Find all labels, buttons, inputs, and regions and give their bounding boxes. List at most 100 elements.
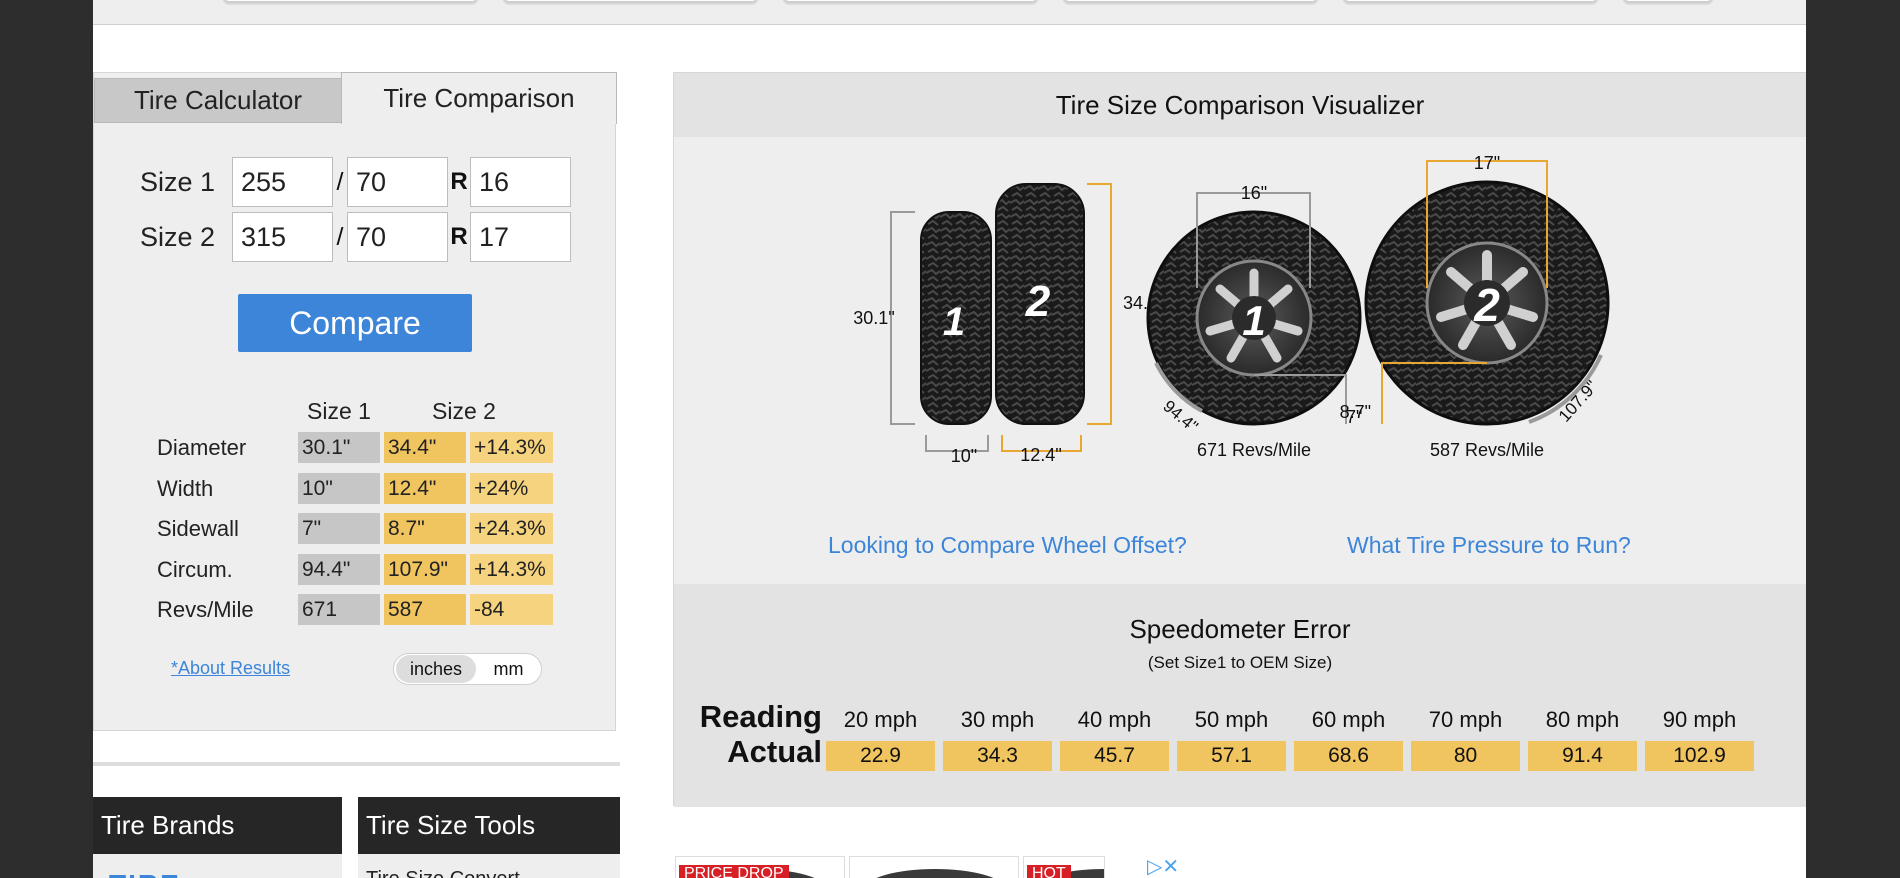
result-label: Circum. <box>157 556 233 582</box>
actual-value: 45.7 <box>1060 741 1169 771</box>
reading-value: 70 mph <box>1428 707 1503 732</box>
result-size2-value: 12.4" <box>384 473 466 504</box>
actual-value: 68.6 <box>1294 741 1403 771</box>
ad-badge: PRICE DROP <box>679 865 789 878</box>
top-nav-button[interactable] <box>503 0 758 2</box>
speedometer-title: Speedometer Error <box>1129 614 1351 644</box>
compare-button[interactable]: Compare <box>238 294 472 352</box>
result-size1-value: 30.1" <box>298 432 380 463</box>
tire2-number: 2 <box>1025 277 1051 326</box>
results-row-sidewall: Sidewall 7" 8.7" +24.3% <box>157 513 553 544</box>
results-header-size2: Size 2 <box>432 398 496 424</box>
results-row-circumference: Circum. 94.4" 107.9" +14.3% <box>157 554 553 585</box>
top-nav-button[interactable] <box>223 0 478 2</box>
about-results-link[interactable]: *About Results <box>171 658 290 679</box>
section-divider <box>93 762 620 766</box>
result-size2-value: 8.7" <box>384 513 466 544</box>
result-difference: -84 <box>470 594 553 625</box>
actual-value: 57.1 <box>1177 741 1286 771</box>
size2-aspect-input[interactable]: 70 <box>347 212 448 262</box>
top-nav-strip <box>93 0 1806 25</box>
actual-label: Actual <box>727 734 822 769</box>
reading-value: 20 mph <box>843 707 918 732</box>
reading-value: 60 mph <box>1311 707 1386 732</box>
ad-card[interactable]: PRICE DROP <box>675 856 845 878</box>
rim1-label: 16" <box>1241 183 1267 203</box>
tire-pressure-link[interactable]: What Tire Pressure to Run? <box>1347 532 1631 559</box>
tab-tire-calculator[interactable]: Tire Calculator <box>94 78 342 123</box>
tire-comparison-visual: 1 2 30.1" 34.4" 10" 12.4" 1 2 16" 17" 7"… <box>853 153 1610 466</box>
result-size2-value: 107.9" <box>384 554 466 585</box>
actual-value: 34.3 <box>943 741 1052 771</box>
result-difference: +14.3% <box>470 432 553 463</box>
size2-width-input[interactable]: 315 <box>232 212 333 262</box>
slash-separator: / <box>336 222 344 251</box>
result-size1-value: 94.4" <box>298 554 380 585</box>
reading-value: 40 mph <box>1077 707 1152 732</box>
result-size2-value: 587 <box>384 594 466 625</box>
tire2-side-view: 2 <box>995 183 1085 425</box>
tire-brands-header[interactable]: Tire Brands <box>93 797 342 854</box>
brand-logo[interactable]: TIRE <box>109 869 181 878</box>
compare-wheel-offset-link[interactable]: Looking to Compare Wheel Offset? <box>828 532 1187 559</box>
width2-label: 12.4" <box>1020 445 1061 465</box>
tire1-side-view: 1 <box>920 211 992 425</box>
reading-value: 80 mph <box>1545 707 1620 732</box>
height2-dimension <box>1087 183 1112 425</box>
size1-rim-input[interactable]: 16 <box>470 157 571 207</box>
actual-value: 102.9 <box>1645 741 1754 771</box>
page: Tire Calculator Tire Comparison Size 1 2… <box>93 0 1806 878</box>
actual-value: 80 <box>1411 741 1520 771</box>
height1-label: 30.1" <box>853 308 894 328</box>
revs2-label: 587 Revs/Mile <box>1430 440 1544 460</box>
tire-size-tools-content: Tire Size Convert <box>358 854 620 878</box>
ad-card[interactable] <box>849 856 1019 878</box>
size1-label: Size 1 <box>140 166 216 197</box>
reading-value: 50 mph <box>1194 707 1269 732</box>
actual-value: 91.4 <box>1528 741 1637 771</box>
unit-toggle[interactable]: inches mm <box>393 653 542 685</box>
ad-card[interactable]: HOT <box>1023 856 1105 878</box>
rim-r-label: R <box>450 168 468 195</box>
results-row-width: Width 10" 12.4" +24% <box>157 473 553 504</box>
unit-inches-option[interactable]: inches <box>396 655 476 683</box>
tab-divider <box>94 122 342 123</box>
size1-width-input[interactable]: 255 <box>232 157 333 207</box>
unit-mm-option[interactable]: mm <box>476 659 541 680</box>
result-size2-value: 34.4" <box>384 432 466 463</box>
result-size1-value: 7" <box>298 513 380 544</box>
size1-aspect-input[interactable]: 70 <box>347 157 448 207</box>
sidewall2-label: 8.7" <box>1340 402 1371 422</box>
adchoices-icon[interactable]: ▷✕ <box>1147 854 1179 878</box>
result-label: Revs/Mile <box>157 596 254 622</box>
reading-label: Reading <box>699 699 822 734</box>
tire2-wheel-number: 2 <box>1473 279 1500 331</box>
top-nav-button[interactable] <box>1623 0 1713 2</box>
tire-size-tools-header[interactable]: Tire Size Tools <box>358 797 620 854</box>
results-row-diameter: Diameter 30.1" 34.4" +14.3% <box>157 432 553 463</box>
ad-badge: HOT <box>1027 865 1071 878</box>
revs1-label: 671 Revs/Mile <box>1197 440 1311 460</box>
top-nav-button[interactable] <box>783 0 1038 2</box>
ad-tire-image <box>865 869 1005 878</box>
tire2-front-view: 2 <box>1364 180 1610 426</box>
visualizer-panel: Tire Size Comparison Visualizer 1 2 30.1… <box>673 72 1806 807</box>
results-row-revs-per-mile: Revs/Mile 671 587 -84 <box>157 594 553 625</box>
tire-brands-content: TIRE <box>93 854 342 878</box>
result-difference: +24% <box>470 473 553 504</box>
width1-label: 10" <box>951 446 977 466</box>
tab-tire-comparison[interactable]: Tire Comparison <box>341 72 617 124</box>
actual-value: 22.9 <box>826 741 935 771</box>
results-header-size1: Size 1 <box>307 398 371 424</box>
top-nav-button[interactable] <box>1063 0 1318 2</box>
ad-strip: PRICE DROP HOT <box>675 856 1105 878</box>
tire-size-convert-link[interactable]: Tire Size Convert <box>366 868 520 878</box>
top-nav-button[interactable] <box>1343 0 1598 2</box>
slash-separator: / <box>336 167 344 196</box>
reading-value: 30 mph <box>960 707 1035 732</box>
result-difference: +24.3% <box>470 513 553 544</box>
result-size1-value: 671 <box>298 594 380 625</box>
tire1-wheel-number: 1 <box>1242 297 1265 344</box>
size2-rim-input[interactable]: 17 <box>470 212 571 262</box>
reading-value: 90 mph <box>1662 707 1737 732</box>
